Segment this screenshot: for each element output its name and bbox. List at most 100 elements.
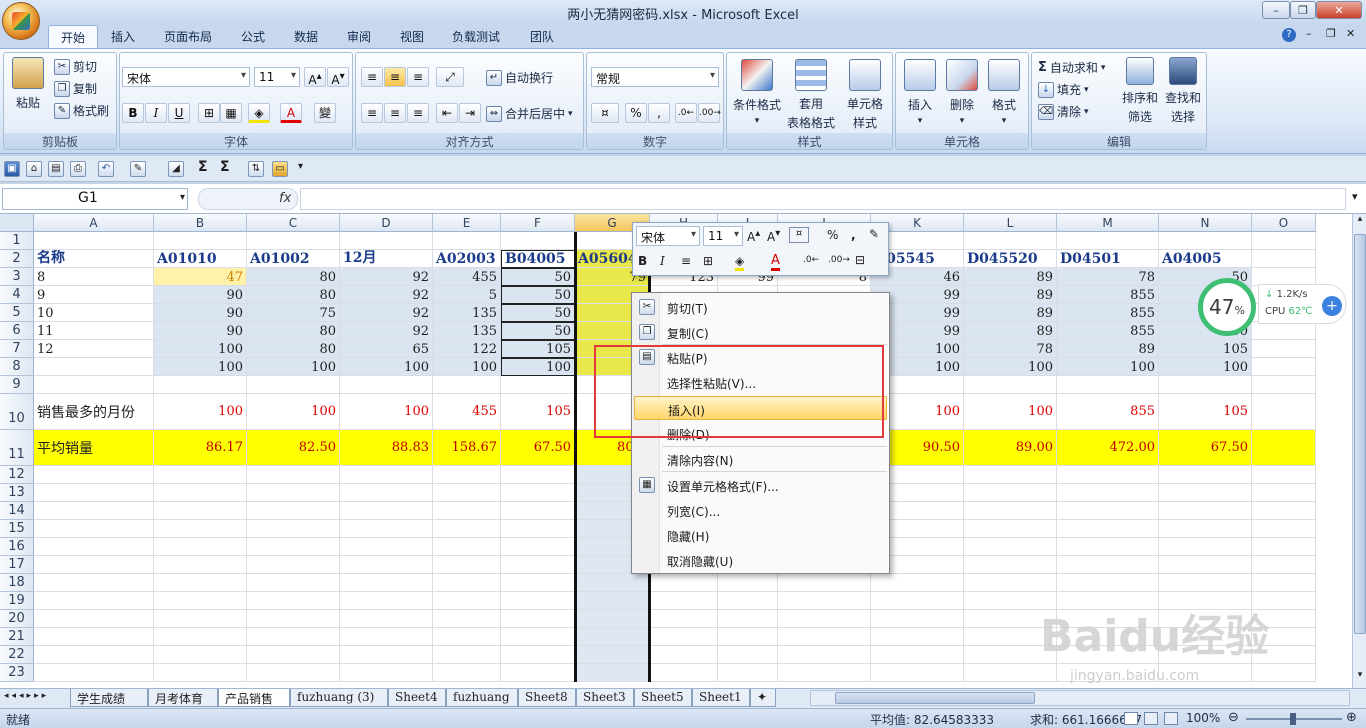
cell-E5[interactable]: 135	[433, 304, 501, 322]
tab-page-layout[interactable]: 页面布局	[156, 28, 220, 45]
cell-N2[interactable]: A04005	[1159, 250, 1252, 268]
tab-data[interactable]: 数据	[286, 28, 326, 45]
cell-B22[interactable]	[154, 646, 247, 664]
cell-F20[interactable]	[501, 610, 575, 628]
cell-C17[interactable]	[247, 556, 340, 574]
cell-C10[interactable]: 100	[247, 394, 340, 430]
cell-F4[interactable]: 50	[501, 286, 575, 304]
orientation-icon[interactable]: ⤢	[436, 67, 464, 87]
row-header-21[interactable]: 21	[0, 628, 34, 646]
tab-view[interactable]: 视图	[392, 28, 432, 45]
sum-more-icon[interactable]: Σ	[220, 159, 230, 175]
fill-color-icon[interactable]: ◈	[248, 103, 270, 123]
row-header-18[interactable]: 18	[0, 574, 34, 592]
cell-O8[interactable]	[1252, 358, 1316, 376]
cell-B15[interactable]	[154, 520, 247, 538]
cell-C22[interactable]	[247, 646, 340, 664]
customize-qat-icon[interactable]: ▾	[298, 161, 303, 172]
row-header-8[interactable]: 8	[0, 358, 34, 376]
cell-D12[interactable]	[340, 466, 433, 484]
cell-G21[interactable]	[575, 628, 650, 646]
cell-I22[interactable]	[718, 646, 778, 664]
menu-item-9[interactable]: 隐藏(H)	[634, 523, 887, 547]
cell-F15[interactable]	[501, 520, 575, 538]
cell-B13[interactable]	[154, 484, 247, 502]
cell-M12[interactable]	[1057, 466, 1159, 484]
tab-home[interactable]: 开始	[48, 25, 99, 49]
cell-E8[interactable]: 100	[433, 358, 501, 376]
cell-O2[interactable]	[1252, 250, 1316, 268]
column-header-O[interactable]: O	[1252, 214, 1316, 232]
cell-C8[interactable]: 100	[247, 358, 340, 376]
sheet-tab-1[interactable]: 月考体育	[148, 689, 218, 707]
cell-E4[interactable]: 5	[433, 286, 501, 304]
cell-J18[interactable]	[778, 574, 871, 592]
tab-review[interactable]: 审阅	[339, 28, 379, 45]
row-header-3[interactable]: 3	[0, 268, 34, 286]
cell-M5[interactable]: 855	[1057, 304, 1159, 322]
menu-item-6[interactable]: 清除内容(N)	[634, 447, 887, 471]
cell-B23[interactable]	[154, 664, 247, 682]
cell-A5[interactable]: 10	[34, 304, 154, 322]
paste-button[interactable]: 粘贴	[10, 57, 46, 111]
mini-comma-icon[interactable]: ,	[851, 228, 856, 242]
cell-D16[interactable]	[340, 538, 433, 556]
cell-B21[interactable]	[154, 628, 247, 646]
h-scroll-thumb[interactable]	[835, 692, 1035, 704]
cell-N15[interactable]	[1159, 520, 1252, 538]
column-header-N[interactable]: N	[1159, 214, 1252, 232]
align-center-icon[interactable]: ≡	[384, 103, 406, 123]
align-left-icon[interactable]: ≡	[361, 103, 383, 123]
cell-E20[interactable]	[433, 610, 501, 628]
cell-K22[interactable]	[871, 646, 964, 664]
print-preview-icon[interactable]: ▤	[48, 161, 64, 177]
name-box[interactable]: G1	[2, 188, 188, 210]
mini-size-select[interactable]: 11	[703, 226, 743, 246]
cell-F22[interactable]	[501, 646, 575, 664]
cell-B19[interactable]	[154, 592, 247, 610]
mini-grow-font-icon[interactable]: A▴	[747, 228, 760, 244]
font-size-select[interactable]: 11	[254, 67, 300, 87]
cell-G23[interactable]	[575, 664, 650, 682]
sheet-tab-8[interactable]: Sheet5	[634, 689, 692, 707]
wrap-text-button[interactable]: ↵ 自动换行	[486, 69, 553, 86]
scroll-thumb[interactable]	[1354, 234, 1366, 634]
cell-E19[interactable]	[433, 592, 501, 610]
cell-I19[interactable]	[718, 592, 778, 610]
cell-E17[interactable]	[433, 556, 501, 574]
cell-G19[interactable]	[575, 592, 650, 610]
cell-A8[interactable]	[34, 358, 154, 376]
cell-F8[interactable]: 100	[501, 358, 575, 376]
open-icon[interactable]: ⌂	[26, 161, 42, 177]
delete-cells-button[interactable]: 删除 ▾	[942, 59, 982, 126]
cell-A10[interactable]: 销售最多的月份	[34, 394, 154, 430]
cpu-monitor-widget[interactable]: 47% ↓ 1.2K/s CPU 62℃ +	[1198, 278, 1348, 336]
format-cells-button[interactable]: 格式 ▾	[984, 59, 1024, 126]
sort-filter-button[interactable]: 排序和 筛选	[1120, 57, 1160, 125]
cell-C6[interactable]: 80	[247, 322, 340, 340]
cut-button[interactable]: ✂ 剪切	[54, 58, 97, 75]
cell-D1[interactable]	[340, 232, 433, 250]
cell-M9[interactable]	[1057, 376, 1159, 394]
cell-D9[interactable]	[340, 376, 433, 394]
cell-F23[interactable]	[501, 664, 575, 682]
cell-L2[interactable]: D045520	[964, 250, 1057, 268]
shrink-font-button[interactable]: A▾	[327, 67, 349, 87]
cell-D20[interactable]	[340, 610, 433, 628]
mini-fill-color-icon[interactable]: ◈	[735, 254, 745, 271]
expand-formula-bar-icon[interactable]: ▾	[1352, 190, 1358, 203]
cell-L12[interactable]	[964, 466, 1057, 484]
cell-E7[interactable]: 122	[433, 340, 501, 358]
cell-C16[interactable]	[247, 538, 340, 556]
cell-E23[interactable]	[433, 664, 501, 682]
menu-item-7[interactable]: ▦ 设置单元格格式(F)...	[634, 473, 887, 497]
cell-D14[interactable]	[340, 502, 433, 520]
row-header-10[interactable]: 10	[0, 394, 34, 430]
cell-K18[interactable]	[871, 574, 964, 592]
cell-C20[interactable]	[247, 610, 340, 628]
cell-E15[interactable]	[433, 520, 501, 538]
cell-C11[interactable]: 82.50	[247, 430, 340, 466]
row-header-6[interactable]: 6	[0, 322, 34, 340]
zoom-in-icon[interactable]: ⊕	[1346, 710, 1357, 725]
cell-B12[interactable]	[154, 466, 247, 484]
